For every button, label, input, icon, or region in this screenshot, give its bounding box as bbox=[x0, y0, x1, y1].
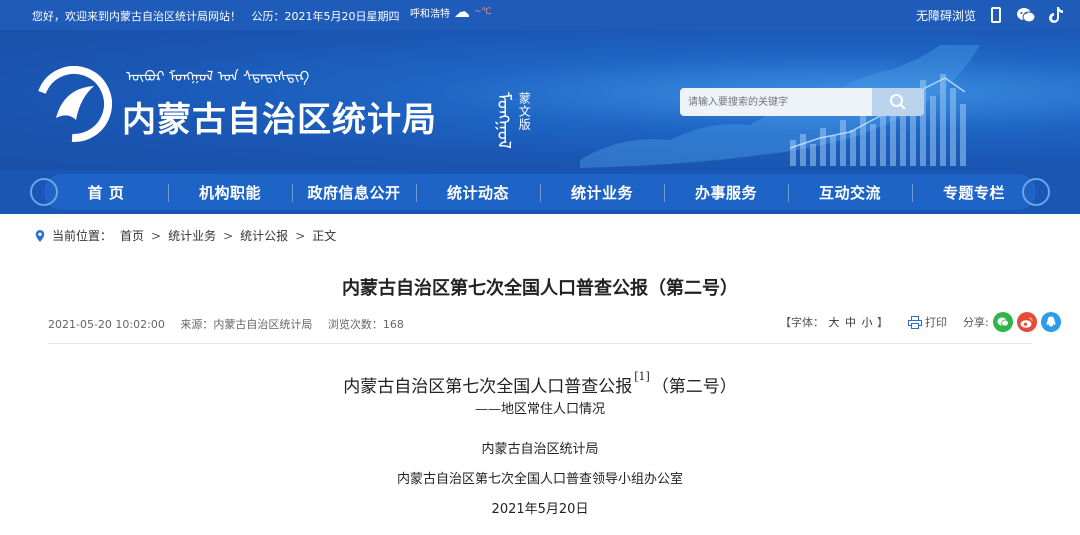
weather-temp: ~℃ bbox=[474, 7, 492, 17]
mongolian-version-link[interactable]: ᠮᠣᠩᠭᠣᠯ 蒙文版 bbox=[493, 92, 532, 149]
search-input[interactable] bbox=[680, 88, 872, 116]
main-nav: 首 页 机构职能 政府信息公开 统计动态 统计业务 办事服务 互动交流 专题专栏 bbox=[30, 174, 1050, 210]
document-subtitle: ——地区常住人口情况 bbox=[474, 402, 605, 417]
weather-widget: 呼和浩特 ☁ ~℃ bbox=[410, 4, 492, 20]
font-size-medium[interactable]: 中 bbox=[845, 316, 856, 329]
nav-item-organization[interactable]: 机构职能 bbox=[168, 182, 292, 203]
publish-date: 2021-05-20 10:02:00 bbox=[48, 318, 165, 331]
share-weibo-icon[interactable] bbox=[1016, 312, 1037, 332]
cloud-icon: ☁ bbox=[454, 2, 470, 21]
nav-item-services[interactable]: 办事服务 bbox=[664, 182, 788, 203]
font-size-label: 【字体： bbox=[780, 316, 824, 329]
tiktok-icon[interactable] bbox=[1046, 5, 1066, 25]
search-icon bbox=[890, 94, 906, 110]
footnote-ref[interactable]: [1] bbox=[634, 370, 650, 383]
nav-ornament-right bbox=[1022, 178, 1050, 206]
phone-icon[interactable] bbox=[986, 5, 1006, 25]
printer-icon bbox=[908, 315, 922, 329]
nav-item-interaction[interactable]: 互动交流 bbox=[788, 182, 912, 203]
meta-divider bbox=[48, 343, 1032, 344]
nav-item-topics[interactable]: 专题专栏 bbox=[912, 182, 1036, 203]
location-pin-icon bbox=[35, 229, 45, 242]
document-title-suffix: （第二号） bbox=[651, 377, 737, 397]
nav-item-stat-business[interactable]: 统计业务 bbox=[540, 182, 664, 203]
article-meta: 2021-05-20 10:02:00 来源：内蒙古自治区统计局 浏览次数：16… bbox=[48, 316, 404, 332]
breadcrumb-label: 当前位置： bbox=[52, 229, 113, 243]
top-utility-bar: 您好，欢迎来到内蒙古自治区统计局网站！ 公历：2021年5月20日星期四 呼和浩… bbox=[0, 0, 1080, 30]
breadcrumb-separator: > bbox=[151, 228, 162, 243]
accessibility-link[interactable]: 无障碍浏览 bbox=[916, 7, 976, 24]
welcome-text: 您好，欢迎来到内蒙古自治区统计局网站！ 公历：2021年5月20日星期四 bbox=[32, 10, 400, 23]
nav-item-stat-news[interactable]: 统计动态 bbox=[416, 182, 540, 203]
document-date: 2021年5月20日 bbox=[491, 502, 589, 517]
share-wechat-icon[interactable] bbox=[992, 312, 1013, 332]
weather-city: 呼和浩特 bbox=[410, 8, 450, 20]
breadcrumb-stat-bulletin[interactable]: 统计公报 bbox=[240, 227, 288, 244]
view-count: 浏览次数：168 bbox=[327, 318, 404, 331]
breadcrumb-separator: > bbox=[223, 228, 234, 243]
breadcrumb: 当前位置： 首页 > 统计业务 > 统计公报 > 正文 bbox=[34, 227, 336, 244]
issuer-bureau: 内蒙古自治区统计局 bbox=[481, 442, 599, 457]
wechat-icon[interactable] bbox=[1016, 5, 1036, 25]
nav-item-gov-info[interactable]: 政府信息公开 bbox=[292, 182, 416, 203]
search-box bbox=[680, 88, 924, 116]
font-size-end: 】 bbox=[877, 316, 888, 329]
breadcrumb-current: 正文 bbox=[312, 229, 337, 243]
document-title: 内蒙古自治区第七次全国人口普查公报[1]（第二号） bbox=[0, 370, 1080, 397]
breadcrumb-separator: > bbox=[295, 228, 306, 243]
font-size-selector: 【字体： 大 中 小 】 bbox=[780, 314, 888, 330]
share-label: 分享: bbox=[963, 316, 989, 329]
issuer-office: 内蒙古自治区第七次全国人口普查领导小组办公室 bbox=[396, 472, 683, 487]
nav-item-home[interactable]: 首 页 bbox=[44, 182, 168, 203]
site-logo-icon bbox=[36, 66, 112, 142]
share-group: 分享: bbox=[963, 312, 1061, 332]
share-qq-icon[interactable] bbox=[1040, 312, 1061, 332]
main-nav-bar: 首 页 机构职能 政府信息公开 统计动态 统计业务 办事服务 互动交流 专题专栏 bbox=[0, 170, 1080, 214]
print-button[interactable]: 打印 bbox=[908, 314, 947, 330]
mongolian-version-script: ᠮᠣᠩᠭᠣᠯ bbox=[493, 92, 514, 149]
print-label: 打印 bbox=[925, 316, 947, 329]
font-size-small[interactable]: 小 bbox=[862, 316, 873, 329]
breadcrumb-stat-business[interactable]: 统计业务 bbox=[168, 227, 216, 244]
article-source: 来源：内蒙古自治区统计局 bbox=[180, 318, 313, 331]
document-title-text: 内蒙古自治区第七次全国人口普查公报 bbox=[343, 377, 633, 397]
article-headline: 内蒙古自治区第七次全国人口普查公报（第二号） bbox=[342, 278, 738, 299]
mongolian-version-label: 蒙文版 bbox=[517, 92, 532, 131]
mongolian-site-name: ᠦᠪᠦᠷ ᠮᠣᠩᠭᠣᠯ ᠤᠨ ᠰᠲᠠᠲᠢᠰᠲᠢᠺ bbox=[126, 69, 310, 85]
article-tools: 【字体： 大 中 小 】 打印 分享: bbox=[780, 312, 1061, 332]
breadcrumb-home[interactable]: 首页 bbox=[120, 227, 144, 244]
search-button[interactable] bbox=[872, 88, 924, 116]
site-banner: ᠦᠪᠦᠷ ᠮᠣᠩᠭᠣᠯ ᠤᠨ ᠰᠲᠠᠲᠢᠰᠲᠢᠺ 内蒙古自治区统计局 ᠮᠣᠩᠭᠣ… bbox=[0, 30, 1080, 170]
site-title: 内蒙古自治区统计局 bbox=[122, 100, 437, 140]
font-size-large[interactable]: 大 bbox=[829, 316, 840, 329]
